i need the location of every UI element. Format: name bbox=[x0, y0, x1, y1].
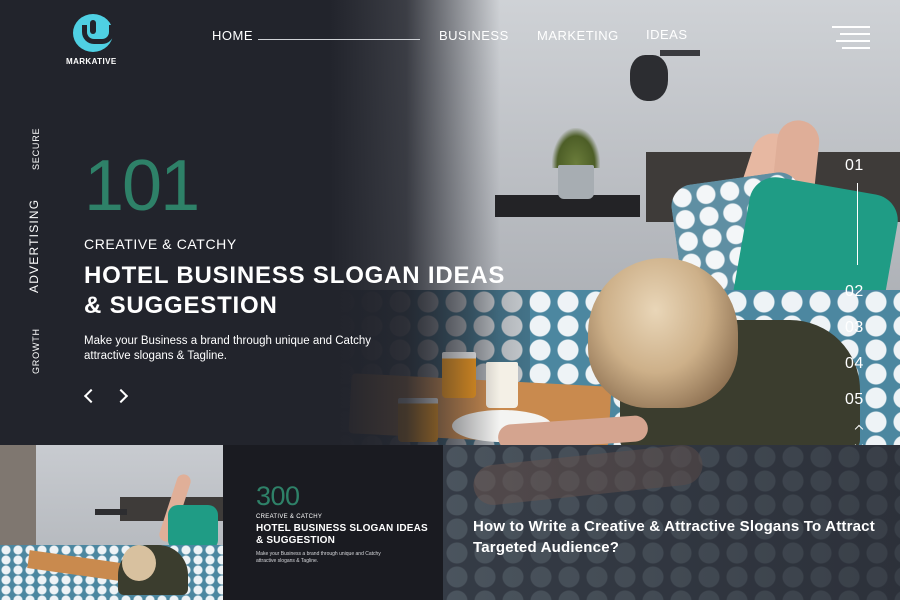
slide-number-05[interactable]: 05 bbox=[845, 391, 864, 409]
thumbnail-pillow bbox=[168, 505, 218, 550]
article-title[interactable]: How to Write a Creative & Attractive Slo… bbox=[473, 516, 883, 558]
slide-number-01[interactable]: 01 bbox=[845, 157, 864, 175]
wall-lamp-arm bbox=[660, 50, 700, 56]
article-card[interactable]: How to Write a Creative & Attractive Slo… bbox=[443, 445, 900, 600]
chevron-left-icon[interactable] bbox=[80, 386, 100, 406]
slide-number-02[interactable]: 02 bbox=[845, 283, 864, 301]
woman-hair bbox=[588, 258, 738, 408]
slide-number-04[interactable]: 04 bbox=[845, 355, 864, 373]
nav-item-business[interactable]: BUSINESS bbox=[439, 28, 509, 43]
nav-active-underline bbox=[258, 39, 420, 40]
slide-preview-card[interactable]: 300 CREATIVE & CATCHY HOTEL BUSINESS SLO… bbox=[223, 445, 443, 600]
potted-plant bbox=[552, 128, 600, 168]
brand-logo[interactable]: MARKATIVE bbox=[66, 14, 116, 66]
card-number: 300 bbox=[256, 481, 300, 511]
card-headline: HOTEL BUSINESS SLOGAN IDEAS & SUGGESTION bbox=[256, 523, 428, 546]
brand-name: MARKATIVE bbox=[66, 57, 117, 66]
photo-fade bbox=[330, 0, 500, 445]
hamburger-menu-icon[interactable] bbox=[832, 26, 870, 50]
card-subtext: Make your Business a brand through uniqu… bbox=[256, 551, 381, 564]
slide-number-03[interactable]: 03 bbox=[845, 319, 864, 337]
nav-item-home[interactable]: HOME bbox=[212, 28, 253, 43]
card-eyebrow: CREATIVE & CATCHY bbox=[256, 514, 323, 520]
wall-lamp bbox=[630, 55, 668, 101]
thumbnail-shelf bbox=[95, 509, 127, 515]
nav-item-marketing[interactable]: MARKETING bbox=[537, 28, 619, 43]
hero-subtext: Make your Business a brand through uniqu… bbox=[84, 335, 372, 362]
thumbnail-hair bbox=[122, 545, 156, 581]
chevron-up-icon[interactable] bbox=[853, 423, 865, 433]
hero-headline: HOTEL BUSINESS SLOGAN IDEAS & SUGGESTION bbox=[84, 262, 506, 319]
thumbnail-window bbox=[0, 445, 36, 555]
hero-photo bbox=[330, 0, 900, 445]
plant-pot bbox=[558, 165, 594, 199]
side-label-growth[interactable]: GROWTH bbox=[31, 328, 41, 374]
markative-logo-icon bbox=[73, 14, 114, 52]
slide-progress-track bbox=[857, 183, 858, 265]
side-label-secure[interactable]: SECURE bbox=[31, 128, 41, 170]
thumbnail-photo[interactable] bbox=[0, 445, 223, 600]
nav-item-ideas[interactable]: IDEAS bbox=[646, 27, 688, 42]
side-label-advertising[interactable]: ADVERTISING bbox=[27, 199, 41, 293]
hero-eyebrow: CREATIVE & CATCHY bbox=[84, 236, 237, 252]
hero-number: 101 bbox=[84, 146, 200, 226]
chevron-right-icon[interactable] bbox=[113, 386, 133, 406]
